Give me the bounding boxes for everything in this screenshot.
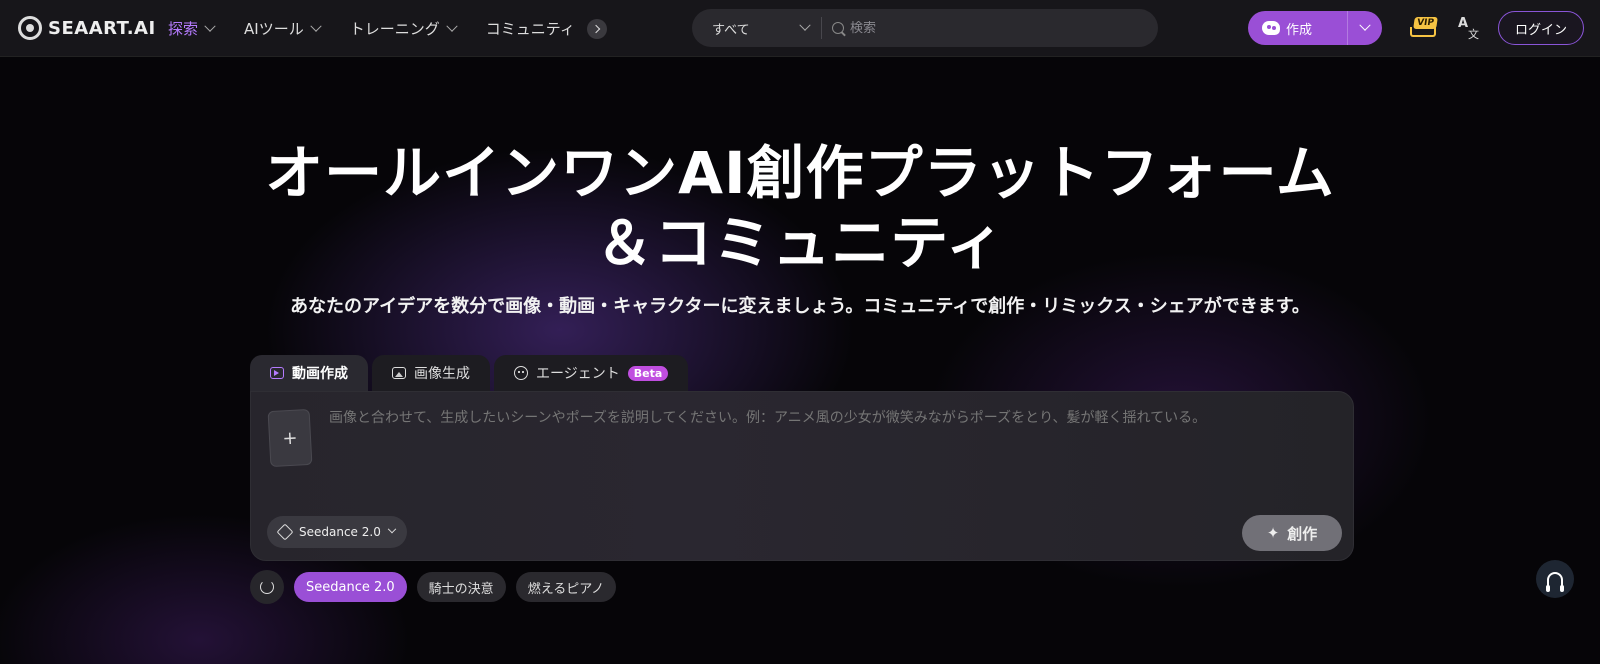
logo[interactable]: SEAART.AI xyxy=(18,13,156,43)
search-scope-label: すべて xyxy=(712,22,750,38)
tab-agent[interactable]: エージェント Beta xyxy=(494,355,689,391)
page: SEAART.AI 探索 AIツール トレーニング コミュニティ すべて 検索 … xyxy=(0,0,1600,664)
login-button[interactable]: ログイン xyxy=(1498,11,1584,45)
hero-title: オールインワンAI創作プラットフォーム ＆コミュニティ xyxy=(0,138,1600,278)
suggestion-chips: Seedance 2.0 騎士の決意 燃えるピアノ xyxy=(250,570,617,604)
suggestion-chip[interactable]: 騎士の決意 xyxy=(416,572,506,602)
suggestion-chip[interactable]: Seedance 2.0 xyxy=(294,572,407,602)
support-button[interactable] xyxy=(1536,560,1574,598)
main-nav: 探索 AIツール トレーニング コミュニティ xyxy=(168,0,607,57)
sparkle-icon: ✦ xyxy=(1266,524,1280,542)
logo-icon xyxy=(18,16,42,40)
nav-item-explore[interactable]: 探索 xyxy=(168,18,216,39)
cart-icon xyxy=(1410,27,1436,37)
language-icon[interactable]: A 文 xyxy=(1458,16,1480,41)
create-dropdown-button[interactable] xyxy=(1348,19,1382,32)
create-label: 作成 xyxy=(1286,22,1313,38)
chevron-down-icon xyxy=(799,19,811,31)
create-main-button[interactable]: 作成 xyxy=(1248,11,1348,45)
beta-badge: Beta xyxy=(627,365,669,381)
refresh-suggestions-button[interactable] xyxy=(250,570,284,604)
refresh-icon xyxy=(260,580,274,594)
tab-label: エージェント xyxy=(536,366,620,382)
logo-text: SEAART.AI xyxy=(48,17,156,39)
nav-item-label: トレーニング xyxy=(349,20,440,38)
chevron-down-icon xyxy=(1359,19,1371,31)
generate-button[interactable]: ✦ 創作 xyxy=(1242,515,1342,551)
chevron-down-icon xyxy=(204,20,216,32)
language-glyph-a: A xyxy=(1458,16,1469,31)
tab-label: 画像生成 xyxy=(414,366,470,382)
hero-title-line1: オールインワンAI創作プラットフォーム xyxy=(265,139,1335,207)
nav-item-label: AIツール xyxy=(244,20,304,38)
video-icon xyxy=(270,367,284,379)
prompt-panel: + Seedance 2.0 ✦ 創作 xyxy=(250,391,1354,561)
nav-item-community[interactable]: コミュニティ xyxy=(486,18,575,39)
nav-item-label: 探索 xyxy=(168,20,199,38)
tab-video-creation[interactable]: 動画作成 xyxy=(250,355,368,391)
hero-title-line2: ＆コミュニティ xyxy=(595,209,1005,277)
creation-tabs: 動画作成 画像生成 エージェント Beta xyxy=(250,355,692,391)
palette-icon xyxy=(1262,21,1280,35)
suggestion-chip[interactable]: 燃えるピアノ xyxy=(515,572,617,602)
search-scope-select[interactable]: すべて xyxy=(692,17,822,39)
language-glyph-b: 文 xyxy=(1468,28,1479,41)
headset-icon xyxy=(1546,572,1564,592)
tab-image-generation[interactable]: 画像生成 xyxy=(372,355,490,391)
prompt-input[interactable] xyxy=(329,408,1329,488)
search-field xyxy=(822,20,1158,36)
chevron-right-icon xyxy=(591,24,601,33)
cube-icon xyxy=(276,523,294,541)
image-icon xyxy=(392,367,406,379)
generate-label: 創作 xyxy=(1287,524,1318,543)
tab-label: 動画作成 xyxy=(292,366,348,382)
chevron-down-icon xyxy=(446,20,458,32)
vip-cart-icon[interactable]: VIP xyxy=(1410,17,1438,39)
search-input[interactable] xyxy=(850,20,1150,36)
create-button[interactable]: 作成 xyxy=(1248,11,1382,45)
search-bar: すべて xyxy=(692,9,1158,47)
chevron-down-icon xyxy=(387,524,397,534)
nav-scroll-right-button[interactable] xyxy=(586,18,607,39)
agent-icon xyxy=(514,366,528,380)
nav-item-training[interactable]: トレーニング xyxy=(349,18,458,39)
model-label: Seedance 2.0 xyxy=(299,525,381,539)
search-icon xyxy=(832,22,844,34)
model-select[interactable]: Seedance 2.0 xyxy=(267,516,407,548)
upload-image-button[interactable]: + xyxy=(267,408,313,468)
chevron-down-icon xyxy=(310,20,322,32)
top-header: SEAART.AI 探索 AIツール トレーニング コミュニティ すべて 検索 … xyxy=(0,0,1600,57)
nav-item-ai-tools[interactable]: AIツール xyxy=(244,18,322,39)
nav-item-label: コミュニティ xyxy=(485,20,575,38)
hero-subtitle: あなたのアイデアを数分で画像・動画・キャラクターに変えましょう。コミュニティで創… xyxy=(290,296,1310,317)
